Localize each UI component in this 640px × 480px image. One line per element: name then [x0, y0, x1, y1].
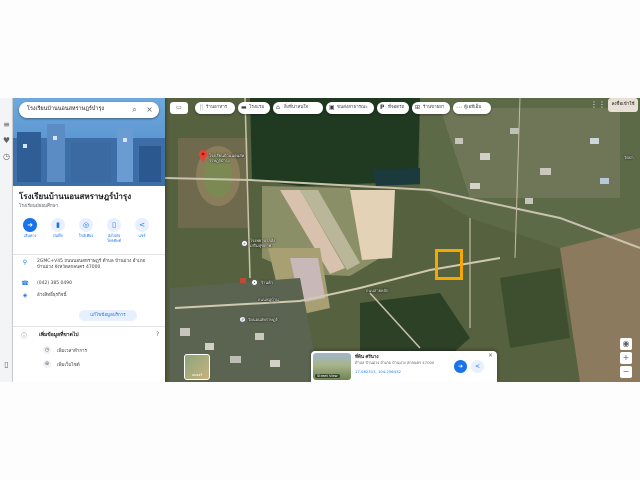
place-panel: โรงเรียนบ้านนอนสหราษฎร์บำรุง ⌕ × โรงเรีย… [13, 98, 165, 382]
selected-location-marker[interactable] [435, 249, 463, 280]
clock-icon: ◷ [43, 346, 51, 354]
temple-poi-icon[interactable]: 卍 [239, 316, 246, 323]
chip-hotel-label: โรงแรม [249, 105, 265, 110]
my-location-icon[interactable]: ◉ [620, 338, 632, 350]
layers-toggle[interactable]: เลเยอร์ [184, 354, 210, 380]
globe-icon: ⊕ [43, 360, 51, 368]
close-icon[interactable]: × [144, 104, 155, 115]
history-icon[interactable]: ◷ [2, 152, 11, 161]
info-icon: ⓘ [21, 333, 28, 340]
phone-icon: ☎ [21, 280, 29, 287]
share-icon[interactable]: < [471, 360, 484, 373]
directions-icon: ➜ [23, 218, 37, 232]
apps-grid-icon[interactable]: ⋮⋮ [590, 100, 606, 109]
phone-text: (042) 385 0490 [37, 281, 73, 286]
phone-send-icon: ▯ [107, 218, 121, 232]
map-label-shop[interactable]: ร้านค้า [261, 280, 273, 285]
directions-label: เส้นทาง [23, 233, 37, 238]
street-view-label: Street View [315, 374, 340, 378]
send-to-phone-button[interactable]: ▯ ส่งไปยังโทรศัพท์ [103, 218, 125, 248]
chip-attractions-label: สิ่งที่น่าสนใจ [284, 105, 309, 110]
restaurant-icon: 🍴 [198, 104, 206, 111]
chip-transit-label: ขนส่งสาธารณะ [337, 105, 368, 110]
parking-icon: P [380, 104, 385, 111]
chip-atm-label: ตู้เอทีเอ็ม [464, 105, 482, 110]
phone-icon[interactable]: ▯ [2, 360, 11, 369]
hotel-icon: ▬ [241, 104, 247, 111]
search-box[interactable]: โรงเรียนบ้านนอนสหราษฎร์บำรุง ⌕ × [19, 102, 159, 118]
pharmacy-icon: ⊞ [415, 104, 421, 111]
card-address: ตำบล บ้านม่วง อำเภอ บ้านม่วง สกลนคร 4700… [355, 360, 435, 365]
hospital-poi-icon[interactable]: + [241, 240, 248, 247]
chip-hotel[interactable]: ▬ โรงแรม [238, 102, 270, 114]
chip-attractions[interactable]: ⌂ สิ่งที่น่าสนใจ [273, 102, 323, 114]
sign-in-button[interactable]: ลงชื่อเข้าใช้ [608, 98, 638, 112]
directions-icon[interactable]: ➜ [454, 360, 467, 373]
shop-poi-icon[interactable]: • [251, 279, 258, 286]
map-label-road-main: ถนนสายหลัก [366, 288, 389, 293]
photo-background: ≡ ♥ ◷ ▯ โรงเรียนบ้านนอนสหราษฎร์บำรุง ⌕ × [0, 0, 640, 480]
chip-pharmacy[interactable]: ⊞ ร้านขายยา [412, 102, 450, 114]
help-icon[interactable]: ? [156, 331, 159, 338]
search-input[interactable]: โรงเรียนบ้านนอนสหราษฎร์บำรุง [27, 105, 123, 113]
chip-parking[interactable]: P ที่จอดรถ [377, 102, 409, 114]
zoom-out-icon[interactable]: − [620, 366, 632, 378]
red-pin-icon[interactable] [199, 150, 207, 162]
menu-icon[interactable]: ≡ [2, 120, 11, 129]
close-icon[interactable]: × [488, 352, 493, 359]
card-coordinates[interactable]: 17.082313, 104.256432 [355, 369, 445, 374]
map-label-school[interactable]: โรงเรียนบ้านนอนสหราษฎร์บำรุง [209, 153, 253, 163]
directions-button[interactable]: ➜ เส้นทาง [19, 218, 41, 248]
layers-label: เลเยอร์ [191, 373, 203, 377]
search-icon[interactable]: ⌕ [129, 104, 140, 115]
monitor-screen: ≡ ♥ ◷ ▯ โรงเรียนบ้านนอนสหราษฎร์บำรุง ⌕ × [0, 98, 640, 382]
share-button[interactable]: < แชร์ [131, 218, 153, 248]
chip-transit[interactable]: ▣ ขนส่งสาธารณะ [326, 102, 374, 114]
save-label: บันทึก [53, 233, 63, 238]
more-icon: ⋯ [456, 104, 462, 111]
missing-info-heading: เพิ่มข้อมูลที่ขาดไป [39, 332, 79, 338]
map-label-hospital[interactable]: โรงพยาบาลส่งเสริมสุขภาพ [250, 238, 286, 248]
card-title: ที่ดิน ศรีนาง [355, 355, 379, 360]
map-label-temple[interactable]: วัดนอนสหราษฎร์ [248, 317, 278, 322]
chip-pharmacy-label: ร้านขายยา [423, 105, 445, 110]
place-category[interactable]: โรงเรียนมัธยมศึกษา [19, 202, 159, 209]
nearby-icon: ◎ [79, 218, 93, 232]
chip-restaurant-label: ร้านอาหาร [206, 105, 228, 110]
add-hours-link[interactable]: เพิ่มเวลาทำการ [57, 347, 87, 354]
collapse-panel-button[interactable]: ▭ [170, 102, 188, 114]
share-icon: < [135, 218, 149, 232]
saved-icon[interactable]: ♥ [2, 136, 11, 145]
chip-parking-label: ที่จอดรถ [388, 105, 405, 110]
save-button[interactable]: ▮ บันทึก [47, 218, 69, 248]
location-card[interactable]: Street View ที่ดิน ศรีนาง ตำบล บ้านม่วง … [311, 351, 497, 382]
address-text: 2GMC+V45 ถนนนอนสหราษฎร์ ตำบล บ้านม่วง อำ… [37, 259, 146, 270]
place-photo[interactable]: โรงเรียนบ้านนอนสหราษฎร์บำรุง ⌕ × [13, 98, 165, 186]
left-rail: ≡ ♥ ◷ ▯ [0, 98, 13, 382]
street-view-thumbnail[interactable]: Street View [313, 353, 351, 380]
attraction-icon: ⌂ [276, 104, 280, 111]
nearby-label: ใกล้เคียง [78, 233, 94, 238]
zoom-in-icon[interactable]: + [620, 352, 632, 364]
bookmark-icon: ▮ [51, 218, 65, 232]
map-label-road-village: ถนนหมู่บ้าน [258, 297, 279, 302]
suggest-edit-button[interactable]: แก้ไขข้อมูลบริการ [79, 310, 137, 321]
shield-icon: ◈ [22, 292, 28, 299]
chip-atm[interactable]: ⋯ ตู้เอทีเอ็ม [453, 102, 491, 114]
chip-restaurant[interactable]: 🍴 ร้านอาหาร [195, 102, 235, 114]
map-label-right[interactable]: วัดป่า [624, 155, 634, 160]
share-label: แชร์ [138, 233, 146, 238]
send-to-phone-label: ส่งไปยังโทรศัพท์ [107, 233, 121, 243]
location-pin-icon: ⚲ [22, 259, 28, 266]
nearby-button[interactable]: ◎ ใกล้เคียง [75, 218, 97, 248]
transit-icon: ▣ [329, 104, 335, 111]
claim-text: อ้างสิทธิ์ธุรกิจนี้ [37, 293, 67, 298]
add-website-link[interactable]: เพิ่มเว็บไซต์ [57, 361, 80, 368]
divider [13, 326, 165, 327]
divider [13, 254, 165, 255]
